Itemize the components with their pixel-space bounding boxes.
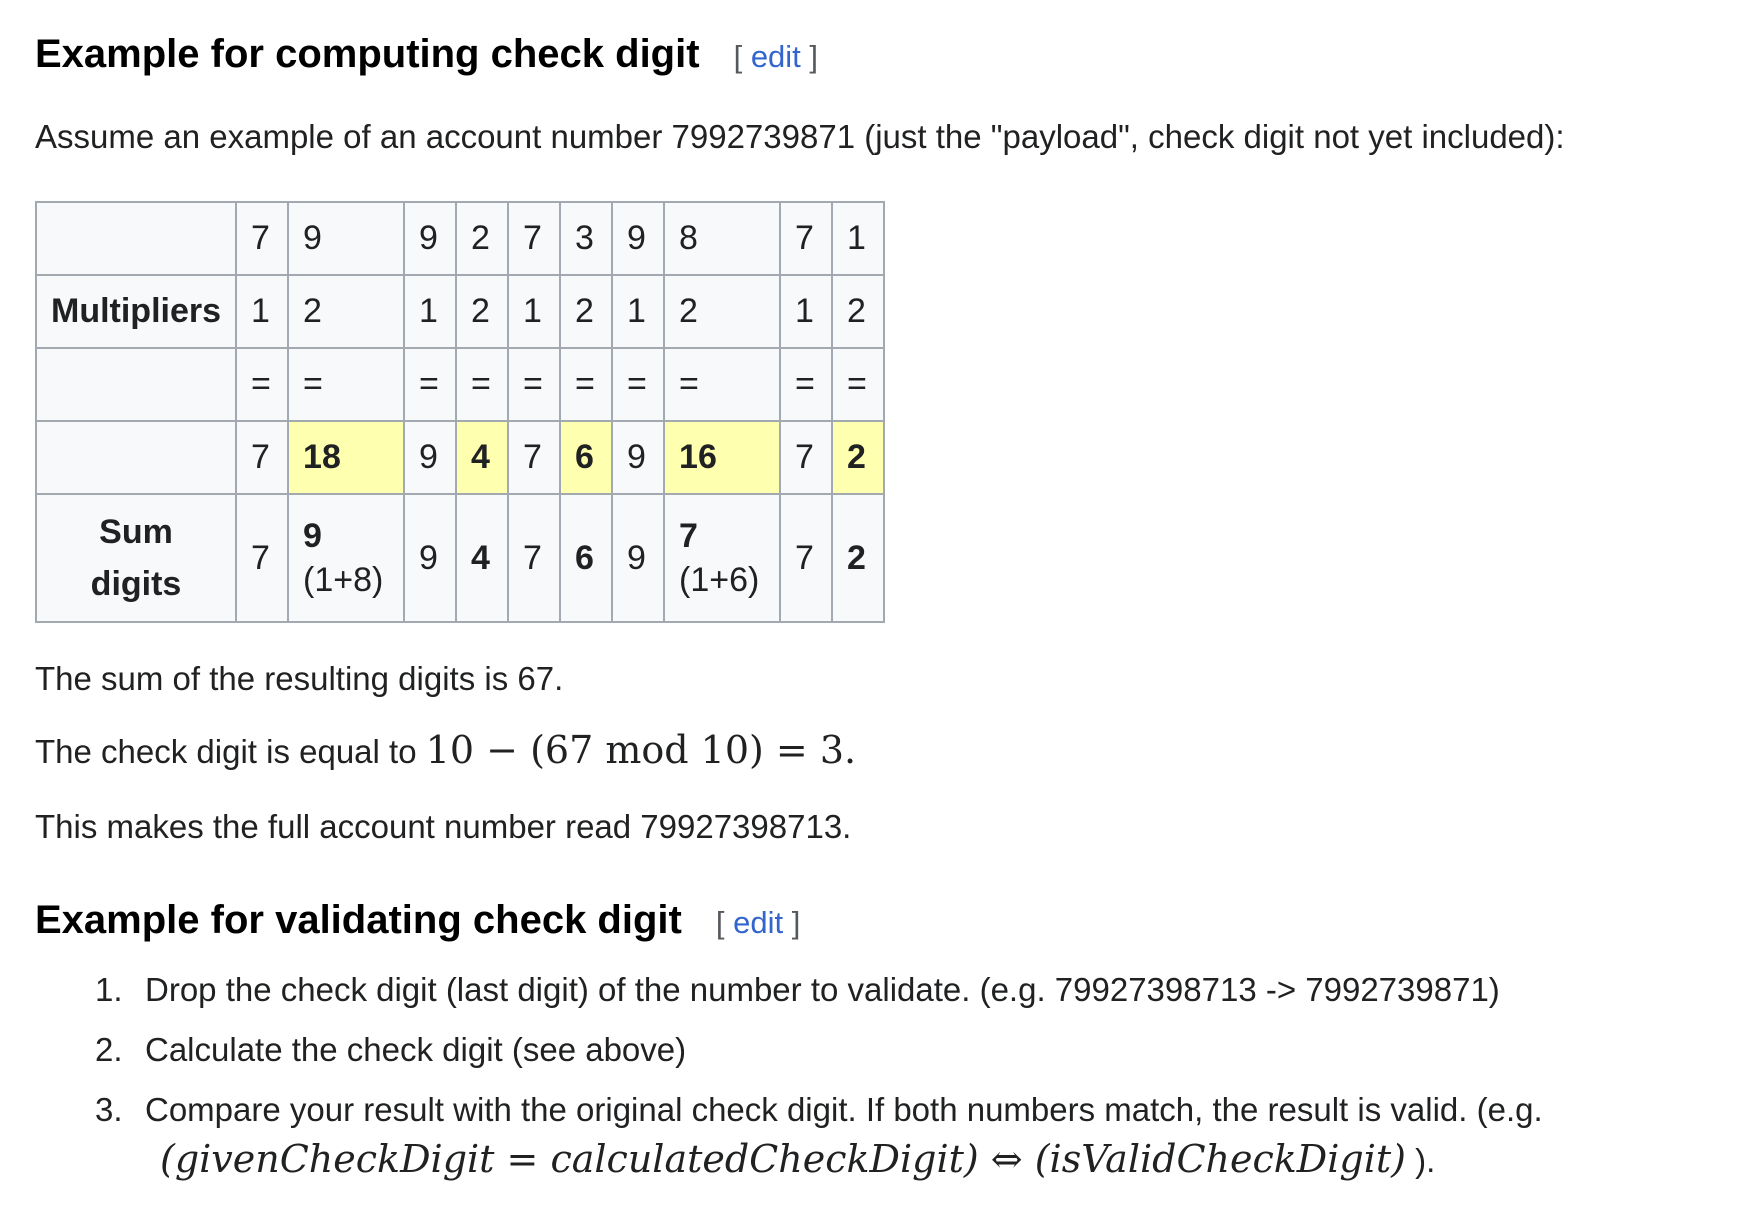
digit-cell: 9	[403, 201, 458, 276]
validation-steps-list: 1. Drop the check digit (last digit) of …	[95, 970, 1695, 1210]
list-item-text: Compare your result with the original ch…	[145, 1091, 1543, 1128]
multiplier-cell: 1	[403, 274, 458, 349]
list-number: 2.	[95, 1031, 123, 1068]
sum-cell: 7	[235, 493, 290, 623]
equals-cell: =	[455, 347, 510, 422]
sum-cell: 9	[403, 493, 458, 623]
sum-cell: 9	[611, 493, 666, 623]
equals-cell: =	[287, 347, 406, 422]
row-header-empty	[34, 201, 238, 276]
list-number: 3.	[95, 1091, 123, 1128]
edit-section-link-wrapper: [ edit ]	[715, 905, 801, 940]
sum-paragraph: The sum of the resulting digits is 67.	[35, 660, 564, 697]
row-header-sum-digits: Sum digits	[34, 493, 238, 623]
full-number-paragraph: This makes the full account number read …	[35, 808, 852, 845]
sum-cell: 6	[559, 493, 614, 623]
equals-cell: =	[403, 347, 458, 422]
product-cell-highlighted: 18	[287, 420, 406, 495]
multiplier-cell: 2	[831, 274, 886, 349]
digit-cell: 7	[507, 201, 562, 276]
intro-paragraph: Assume an example of an account number 7…	[35, 118, 1565, 155]
multiplier-cell: 1	[779, 274, 834, 349]
product-cell: 9	[611, 420, 666, 495]
digit-cell: 7	[779, 201, 834, 276]
sum-cell: 7	[507, 493, 562, 623]
digit-cell: 9	[611, 201, 666, 276]
product-cell-highlighted: 4	[455, 420, 510, 495]
list-item: 3. Compare your result with the original…	[95, 1090, 1695, 1190]
multiplier-cell: 2	[663, 274, 782, 349]
section-heading-computing: Example for computing check digit [ edit…	[35, 32, 818, 77]
product-cell: 7	[507, 420, 562, 495]
product-cell: 7	[235, 420, 290, 495]
equals-cell: =	[559, 347, 614, 422]
multipliers-row: Multipliers 1 2 1 2 1 2 1 2 1 2	[34, 274, 886, 349]
product-cell: 9	[403, 420, 458, 495]
sum-cell: 2	[831, 493, 886, 623]
multiplier-cell: 1	[611, 274, 666, 349]
digit-cell: 3	[559, 201, 614, 276]
list-number: 1.	[95, 971, 123, 1008]
equals-row: = = = = = = = = = =	[34, 347, 886, 422]
list-item: 2. Calculate the check digit (see above)	[95, 1030, 1695, 1070]
heading-text: Example for computing check digit	[35, 32, 700, 76]
check-digit-paragraph: The check digit is equal to 10 − (67 mod…	[35, 728, 857, 772]
sum-digits-row: Sum digits 7 9 (1+8) 9 4 7 6 9 7 (1+6) 7…	[34, 493, 886, 623]
multiplier-cell: 1	[235, 274, 290, 349]
list-item-text: Drop the check digit (last digit) of the…	[145, 971, 1500, 1008]
digit-cell: 8	[663, 201, 782, 276]
products-row: 7 18 9 4 7 6 9 16 7 2	[34, 420, 886, 495]
digit-cell: 7	[235, 201, 290, 276]
product-cell-highlighted: 2	[831, 420, 886, 495]
equals-cell: =	[663, 347, 782, 422]
digit-cell: 1	[831, 201, 886, 276]
row-header-multipliers: Multipliers	[34, 274, 238, 349]
check-digit-formula: 10 − (67 mod 10) = 3.	[425, 728, 857, 772]
multiplier-cell: 2	[455, 274, 510, 349]
multiplier-cell: 1	[507, 274, 562, 349]
sum-cell-split: 9 (1+8)	[287, 493, 406, 623]
product-cell-highlighted: 6	[559, 420, 614, 495]
validation-formula: (givenCheckDigit = calculatedCheckDigit)…	[160, 1137, 1436, 1181]
multiplier-cell: 2	[559, 274, 614, 349]
digit-cell: 2	[455, 201, 510, 276]
multiplier-cell: 2	[287, 274, 406, 349]
digits-row: 7 9 9 2 7 3 9 8 7 1	[34, 201, 886, 276]
list-item: 1. Drop the check digit (last digit) of …	[95, 970, 1695, 1010]
row-header-empty	[34, 347, 238, 422]
luhn-computation-table: 7 9 9 2 7 3 9 8 7 1 Multipliers 1 2 1 2 …	[34, 201, 886, 623]
equals-cell: =	[507, 347, 562, 422]
list-item-text: Calculate the check digit (see above)	[145, 1031, 687, 1068]
equals-cell: =	[235, 347, 290, 422]
row-header-empty	[34, 420, 238, 495]
heading-text: Example for validating check digit	[35, 898, 682, 942]
edit-link[interactable]: edit	[733, 905, 783, 940]
sum-cell: 7	[779, 493, 834, 623]
edit-link[interactable]: edit	[751, 39, 801, 74]
equals-cell: =	[831, 347, 886, 422]
product-cell-highlighted: 16	[663, 420, 782, 495]
sum-cell-split: 7 (1+6)	[663, 493, 782, 623]
equals-cell: =	[779, 347, 834, 422]
edit-section-link-wrapper: [ edit ]	[733, 39, 819, 74]
section-heading-validating: Example for validating check digit [ edi…	[35, 898, 800, 943]
equals-cell: =	[611, 347, 666, 422]
digit-cell: 9	[287, 201, 406, 276]
product-cell: 7	[779, 420, 834, 495]
sum-cell: 4	[455, 493, 510, 623]
